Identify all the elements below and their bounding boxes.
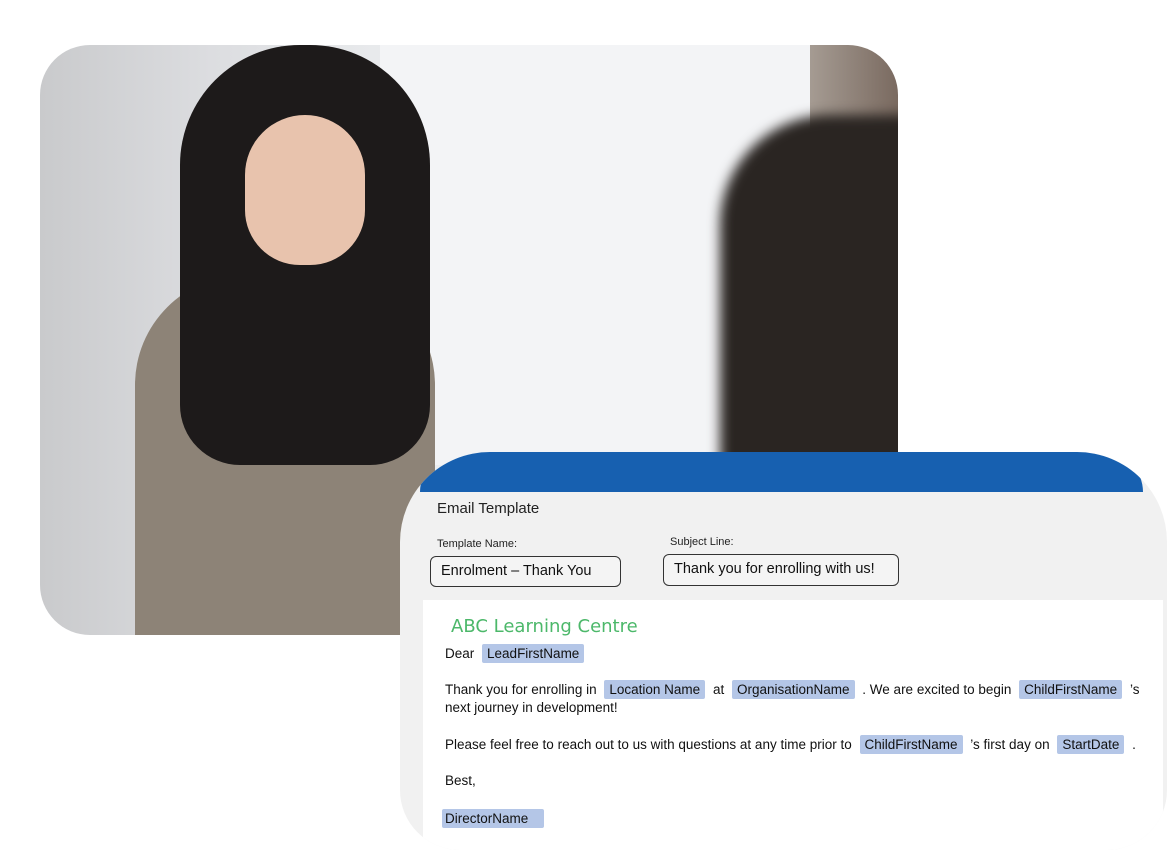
organisation-name-tag[interactable]: OrganisationName (731, 680, 855, 699)
p2-text-c: . (1132, 737, 1136, 752)
subject-line-label: Subject Line: (670, 536, 734, 548)
woman-face (245, 115, 365, 265)
subject-line-input[interactable]: Thank you for enrolling with us! (663, 554, 899, 586)
p1-at: at (712, 682, 725, 697)
p1-text-c: ’s (1129, 682, 1140, 697)
header-band (420, 452, 1143, 492)
p1-text-b: . We are excited to begin (862, 682, 1012, 697)
start-date-tag[interactable]: StartDate (1057, 735, 1125, 754)
email-template-card: Email Template Template Name: Enrolment … (400, 452, 1167, 850)
email-body[interactable]: ABC Learning Centre Dear LeadFirstName T… (423, 600, 1163, 850)
child-first-name-tag-2[interactable]: ChildFirstName (859, 735, 963, 754)
template-name-input[interactable]: Enrolment – Thank You (430, 556, 621, 587)
location-name-tag[interactable]: Location Name (604, 680, 706, 699)
p1-text-a: Thank you for enrolling in (445, 682, 597, 697)
man-foreground (720, 115, 898, 495)
dear-text: Dear (445, 646, 475, 661)
template-name-label: Template Name: (437, 538, 518, 550)
p2-text-a: Please feel free to reach out to us with… (445, 737, 852, 752)
p2-text-b: ’s first day on (970, 737, 1050, 752)
sign-off: Best, (445, 773, 476, 788)
p1-text-d: next journey in development! (445, 700, 618, 715)
brand-name: ABC Learning Centre (451, 616, 638, 637)
card-title: Email Template (437, 500, 540, 517)
child-first-name-tag[interactable]: ChildFirstName (1019, 680, 1123, 699)
director-name-tag[interactable]: DirectorName (442, 809, 545, 828)
lead-first-name-tag[interactable]: LeadFirstName (482, 644, 585, 663)
